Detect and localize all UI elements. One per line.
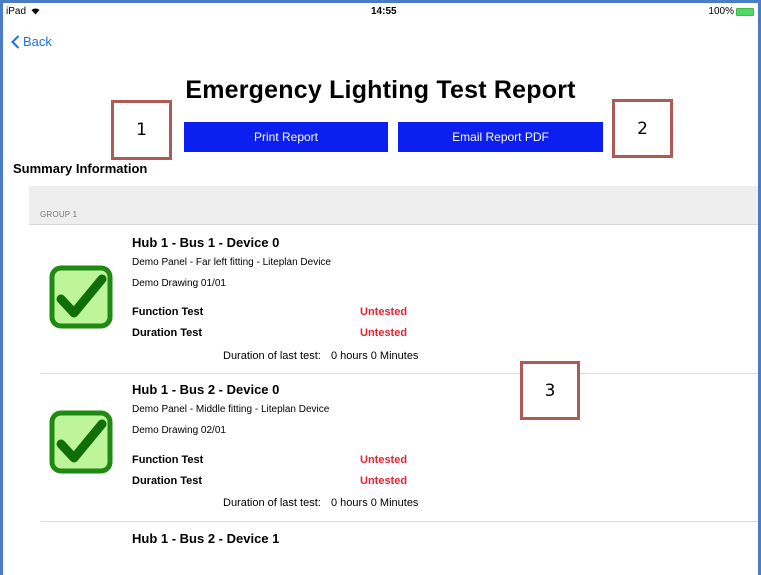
last-test-value: 0 hours 0 Minutes <box>331 497 419 509</box>
function-test-status: Untested <box>360 454 408 466</box>
back-button[interactable]: Back <box>11 34 52 49</box>
device-title: Hub 1 - Bus 1 - Device 0 <box>132 235 280 250</box>
device-drawing: Demo Drawing 01/01 <box>132 278 226 289</box>
chevron-left-icon <box>11 34 20 49</box>
last-test-label: Duration of last test: <box>223 497 321 509</box>
section-title: Summary Information <box>13 161 148 176</box>
status-time: 14:55 <box>371 6 397 17</box>
app-frame: iPad 14:55 100% Back Emergency Lighting … <box>0 0 761 575</box>
wifi-icon <box>31 8 40 15</box>
status-bar: iPad 14:55 100% <box>3 3 758 23</box>
group-header: GROUP 1 <box>29 186 758 225</box>
status-battery: 100% <box>708 6 754 17</box>
checkmark-icon <box>49 410 113 474</box>
device-description: Demo Panel - Far left fitting - Liteplan… <box>132 257 331 268</box>
function-test-label: Function Test <box>132 454 204 466</box>
battery-percent: 100% <box>708 6 734 17</box>
last-test-value: 0 hours 0 Minutes <box>331 350 419 362</box>
device-row[interactable]: Hub 1 - Bus 2 - Device 1 <box>41 521 758 575</box>
duration-test-label: Duration Test <box>132 327 203 339</box>
device-title: Hub 1 - Bus 2 - Device 1 <box>132 531 280 546</box>
checkmark-icon <box>49 265 113 329</box>
battery-icon <box>736 7 754 16</box>
callout-3: 3 <box>520 361 580 420</box>
device-row[interactable]: Hub 1 - Bus 2 - Device 0 Demo Panel - Mi… <box>41 373 758 521</box>
status-device: iPad <box>6 6 40 17</box>
device-description: Demo Panel - Middle fitting - Liteplan D… <box>132 404 330 415</box>
email-report-button[interactable]: Email Report PDF <box>398 122 603 152</box>
print-report-button[interactable]: Print Report <box>184 122 388 152</box>
group-label: GROUP 1 <box>40 210 78 219</box>
callout-1: 1 <box>111 100 172 160</box>
device-title: Hub 1 - Bus 2 - Device 0 <box>132 382 280 397</box>
last-test-label: Duration of last test: <box>223 350 321 362</box>
device-drawing: Demo Drawing 02/01 <box>132 425 226 436</box>
device-label: iPad <box>6 6 27 17</box>
device-row[interactable]: Hub 1 - Bus 1 - Device 0 Demo Panel - Fa… <box>41 225 758 373</box>
duration-test-label: Duration Test <box>132 475 203 487</box>
back-label: Back <box>23 34 52 49</box>
duration-test-status: Untested <box>360 475 408 487</box>
callout-2: 2 <box>612 99 673 158</box>
function-test-status: Untested <box>360 306 408 318</box>
function-test-label: Function Test <box>132 306 204 318</box>
duration-test-status: Untested <box>360 327 408 339</box>
